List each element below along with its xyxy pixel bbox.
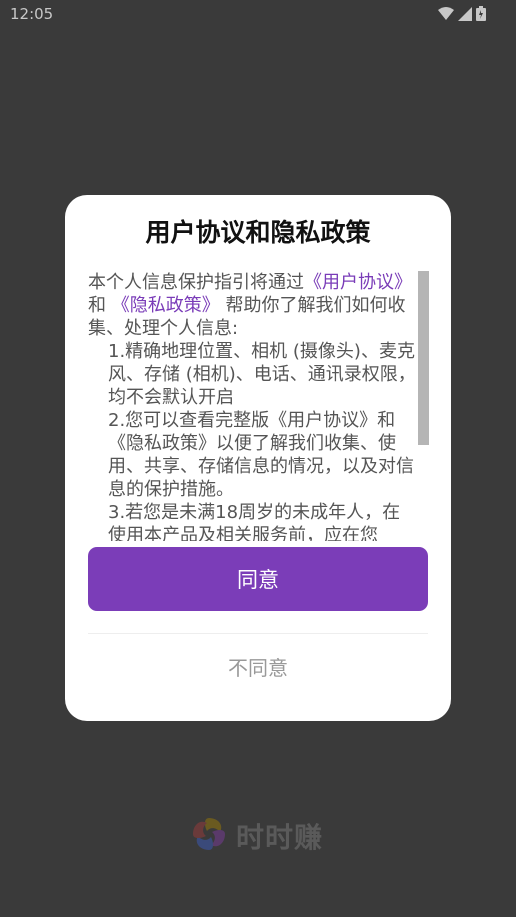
user-agreement-link[interactable]: 《用户协议》 — [304, 272, 412, 293]
intro-prefix: 本个人信息保护指引将通过 — [88, 272, 304, 293]
scrollbar-thumb[interactable] — [418, 271, 429, 445]
dialog-title: 用户协议和隐私政策 — [145, 218, 371, 247]
status-time: 12:05 — [10, 5, 54, 23]
privacy-policy-link[interactable]: 《隐私政策》 — [112, 295, 220, 316]
intro-paragraph: 本个人信息保护指引将通过《用户协议》 和 《隐私政策》 帮助你了解我们如何收集、… — [88, 271, 418, 340]
item-1: 1.精确地理位置、相机 (摄像头)、麦克风、存储 (相机)、电话、通讯录权限，均… — [108, 341, 416, 408]
privacy-dialog: 用户协议和隐私政策 本个人信息保护指引将通过《用户协议》 和 《隐私政策》 帮助… — [65, 195, 451, 721]
scrollbar[interactable] — [418, 271, 429, 541]
agree-button[interactable]: 同意 — [88, 547, 428, 611]
status-bar: 12:05 — [0, 0, 516, 28]
item-2: 2.您可以查看完整版《用户协议》和《隐私政策》以便了解我们收集、使用、共享、存储… — [108, 410, 414, 500]
battery-icon — [476, 6, 486, 25]
disagree-button[interactable]: 不同意 — [88, 641, 428, 691]
screen: 12:05 时时赚 用户协议和隐私政策 本个人信息保护指引将通过《用户协议》 和… — [0, 0, 516, 917]
brand-logo-icon — [190, 815, 228, 857]
item-3: 3.若您是未满18周岁的未成年人，在使用本产品及相关服务前，应在您 — [108, 502, 401, 541]
brand: 时时赚 — [190, 815, 323, 857]
intro-and: 和 — [88, 295, 106, 316]
status-icons — [438, 6, 486, 25]
wifi-icon — [438, 6, 454, 25]
divider — [88, 633, 428, 634]
dialog-body-scroll[interactable]: 本个人信息保护指引将通过《用户协议》 和 《隐私政策》 帮助你了解我们如何收集、… — [88, 271, 418, 541]
signal-icon — [458, 6, 472, 25]
brand-name: 时时赚 — [236, 821, 324, 854]
